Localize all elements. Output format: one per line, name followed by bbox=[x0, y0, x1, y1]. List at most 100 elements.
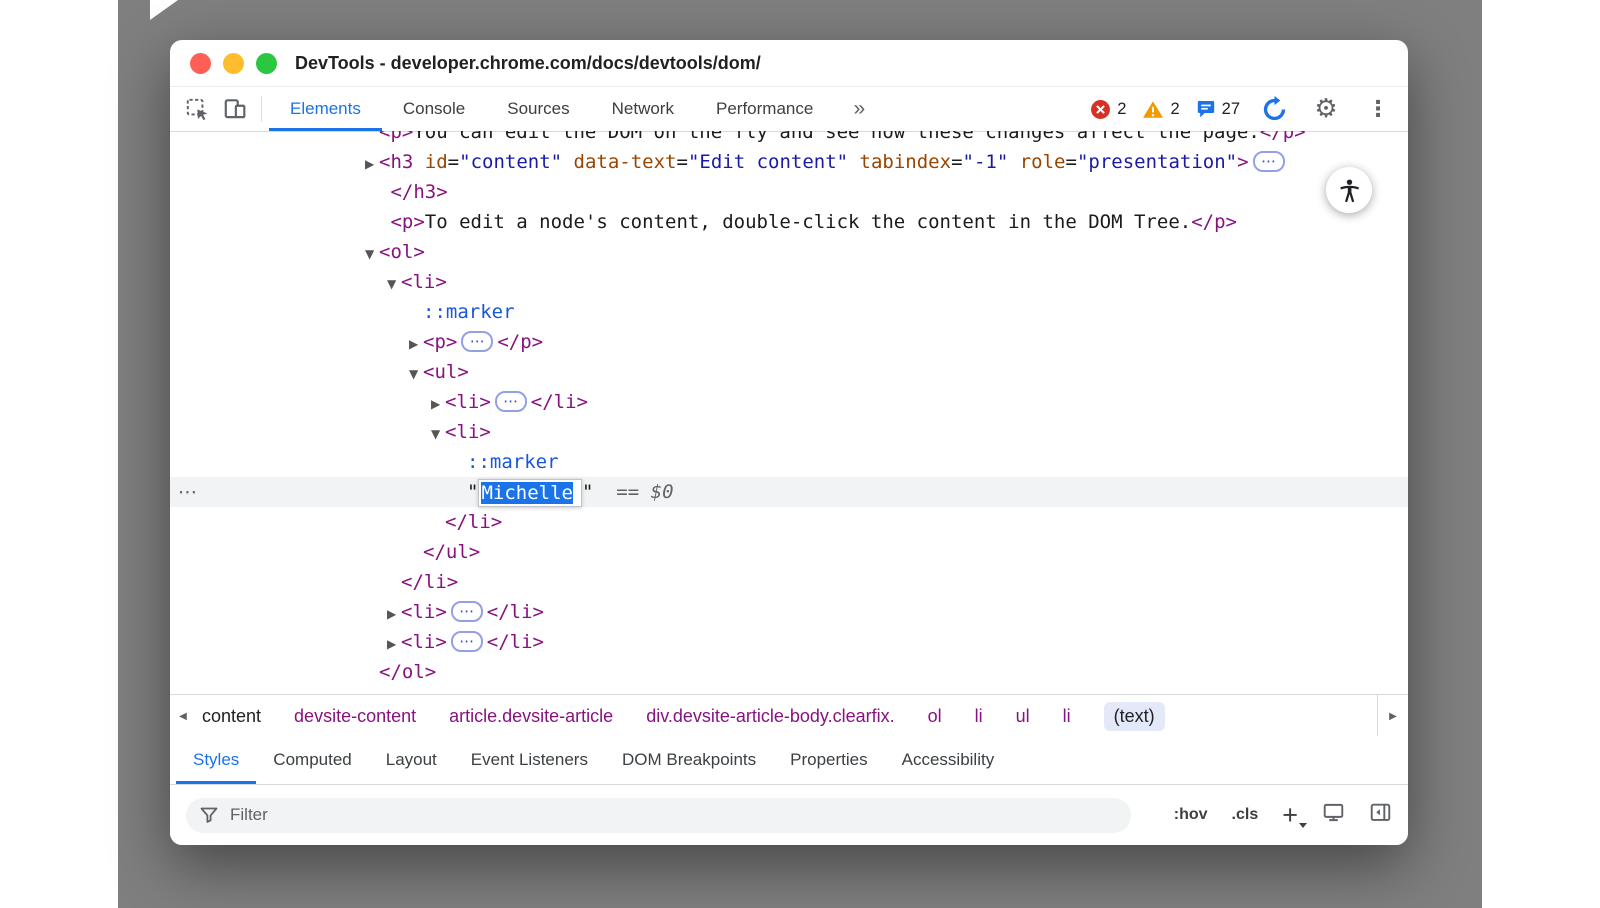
disclosure-arrow-icon[interactable]: ▼ bbox=[387, 269, 401, 299]
syntax-token bbox=[639, 481, 650, 503]
ellipsis-badge[interactable]: ⋯ bbox=[495, 391, 527, 412]
device-toolbar-button[interactable] bbox=[216, 87, 254, 131]
syntax-token: role bbox=[1020, 151, 1066, 173]
breadcrumb-item-ul[interactable]: ul bbox=[1016, 706, 1030, 727]
tab-console[interactable]: Console bbox=[382, 87, 486, 131]
settings-button[interactable]: ⚙ bbox=[1308, 94, 1344, 124]
breadcrumb-item-ol[interactable]: ol bbox=[928, 706, 942, 727]
ellipsis-badge[interactable]: ⋯ bbox=[451, 601, 483, 622]
syntax-token bbox=[413, 151, 424, 173]
dom-tree-row[interactable]: ▼<li> bbox=[170, 417, 1408, 447]
accessibility-person-icon bbox=[1336, 177, 1363, 204]
dom-tree-row[interactable]: ▶<li>⋯</li> bbox=[170, 387, 1408, 417]
rendering-button[interactable] bbox=[1322, 802, 1345, 828]
dom-tree-row[interactable]: ::marker bbox=[170, 297, 1408, 327]
dom-tree-row[interactable]: <p>To edit a node's content, double-clic… bbox=[170, 207, 1408, 237]
syntax-token: </p> bbox=[1260, 131, 1306, 143]
dom-tree-row[interactable]: ▶<p>⋯</p> bbox=[170, 327, 1408, 357]
close-button[interactable] bbox=[190, 53, 211, 74]
syntax-token: </li> bbox=[487, 601, 544, 623]
breadcrumb-scroll-left-button[interactable]: ◀ bbox=[170, 695, 196, 737]
syntax-token: == bbox=[616, 481, 639, 503]
toggle-sidebar-button[interactable] bbox=[1369, 802, 1392, 828]
dom-tree-row[interactable]: ▼<ul> bbox=[170, 357, 1408, 387]
sidebar-tab-layout[interactable]: Layout bbox=[369, 736, 454, 784]
disclosure-arrow-icon[interactable]: ▶ bbox=[365, 149, 379, 179]
filter-field[interactable] bbox=[186, 798, 1131, 833]
dom-tree-row[interactable]: ▼<li> bbox=[170, 267, 1408, 297]
syntax-token: = bbox=[448, 151, 459, 173]
dom-tree-row[interactable]: ▶<li>⋯</li> bbox=[170, 627, 1408, 657]
issues-badge[interactable]: 27 bbox=[1196, 99, 1240, 119]
sync-icon bbox=[1260, 95, 1289, 124]
inspect-element-button[interactable] bbox=[178, 87, 216, 131]
filter-input[interactable] bbox=[228, 804, 1117, 826]
dom-tree-row[interactable]: ▼<ol> bbox=[170, 237, 1408, 267]
dom-tree-row[interactable]: </li> bbox=[170, 567, 1408, 597]
syntax-token: = bbox=[951, 151, 962, 173]
toolbar-divider bbox=[261, 96, 262, 122]
toolbar-tabs: ElementsConsoleSourcesNetworkPerformance bbox=[269, 87, 834, 131]
disclosure-arrow-icon[interactable]: ▶ bbox=[387, 629, 401, 659]
sidebar-tab-event-listeners[interactable]: Event Listeners bbox=[454, 736, 605, 784]
breadcrumb-item-content[interactable]: content bbox=[202, 706, 261, 727]
zoom-button[interactable] bbox=[256, 53, 277, 74]
syntax-token: = bbox=[1066, 151, 1077, 173]
syntax-token bbox=[848, 151, 859, 173]
dom-tree-row[interactable]: ▶<li>⋯</li> bbox=[170, 597, 1408, 627]
sync-button[interactable] bbox=[1256, 95, 1292, 124]
sidebar-tab-dom-breakpoints[interactable]: DOM Breakpoints bbox=[605, 736, 773, 784]
tab-sources[interactable]: Sources bbox=[486, 87, 590, 131]
error-badge[interactable]: 2 bbox=[1090, 99, 1126, 120]
menu-button[interactable]: ⋮ bbox=[1360, 97, 1396, 122]
minimize-button[interactable] bbox=[223, 53, 244, 74]
dom-tree-row[interactable]: ▶<h3 id="content" data-text="Edit conten… bbox=[170, 147, 1408, 177]
plus-caret-icon bbox=[1299, 823, 1307, 828]
breadcrumb-item-devsite-content[interactable]: devsite-content bbox=[294, 706, 416, 727]
more-tabs-button[interactable]: » bbox=[834, 87, 882, 131]
toggle-classes-button[interactable]: .cls bbox=[1232, 806, 1259, 824]
dom-tree-row[interactable]: </h3> bbox=[170, 177, 1408, 207]
dom-tree-row[interactable]: ⋯"Michelle" == $0 bbox=[170, 477, 1408, 507]
breadcrumb-item-li[interactable]: li bbox=[975, 706, 983, 727]
new-style-rule-button[interactable]: + bbox=[1282, 802, 1298, 829]
dom-tree-row[interactable]: <p>You can edit the DOM on the fly and s… bbox=[170, 131, 1408, 147]
dom-tree-row[interactable]: </ol> bbox=[170, 657, 1408, 687]
sidebar-tab-styles[interactable]: Styles bbox=[176, 736, 256, 784]
sidebar-tab-computed[interactable]: Computed bbox=[256, 736, 368, 784]
breadcrumb-item-div-devsite-article-body-clearfix[interactable]: div.devsite-article-body.clearfix. bbox=[646, 706, 894, 727]
disclosure-arrow-icon[interactable]: ▶ bbox=[409, 329, 423, 359]
dom-tree-row[interactable]: </li> bbox=[170, 507, 1408, 537]
breadcrumb-scroll-right-button[interactable]: ▶ bbox=[1377, 695, 1408, 737]
selected-text: Michelle bbox=[481, 482, 573, 504]
ellipsis-badge[interactable]: ⋯ bbox=[451, 631, 483, 652]
dom-tree-row[interactable]: </ul> bbox=[170, 537, 1408, 567]
syntax-token: <li> bbox=[445, 391, 491, 413]
sidebar-tab-accessibility[interactable]: Accessibility bbox=[885, 736, 1012, 784]
tab-network[interactable]: Network bbox=[591, 87, 695, 131]
ellipsis-badge[interactable]: ⋯ bbox=[1253, 151, 1285, 172]
breadcrumb-item-article-devsite-article[interactable]: article.devsite-article bbox=[449, 706, 613, 727]
disclosure-arrow-icon[interactable]: ▶ bbox=[431, 389, 445, 419]
tab-performance[interactable]: Performance bbox=[695, 87, 834, 131]
accessibility-fab[interactable] bbox=[1326, 167, 1372, 213]
breadcrumb-item-li[interactable]: li bbox=[1063, 706, 1071, 727]
syntax-token: ::marker bbox=[423, 301, 515, 323]
row-options-icon[interactable]: ⋯ bbox=[178, 477, 198, 507]
disclosure-arrow-icon[interactable]: ▼ bbox=[431, 419, 445, 449]
warning-badge[interactable]: 2 bbox=[1142, 100, 1179, 119]
dom-tree-row[interactable]: ▶<h3 id="attributes" data-text="Edit att… bbox=[170, 687, 1408, 694]
tab-elements[interactable]: Elements bbox=[269, 87, 382, 131]
sidebar-tab-properties[interactable]: Properties bbox=[773, 736, 884, 784]
disclosure-arrow-icon[interactable]: ▶ bbox=[387, 599, 401, 629]
disclosure-arrow-icon[interactable]: ▼ bbox=[409, 359, 423, 389]
disclosure-arrow-icon[interactable]: ▼ bbox=[365, 239, 379, 269]
breadcrumb-item-text[interactable]: (text) bbox=[1104, 702, 1165, 731]
syntax-token: <ul> bbox=[423, 361, 469, 383]
ellipsis-badge[interactable]: ⋯ bbox=[461, 331, 493, 352]
chevron-left-icon: ◀ bbox=[179, 711, 187, 722]
toggle-pseudo-state-button[interactable]: :hov bbox=[1174, 806, 1208, 824]
dom-tree-row[interactable]: ::marker bbox=[170, 447, 1408, 477]
inline-editor[interactable]: Michelle bbox=[478, 479, 582, 507]
sidebar-tabs: StylesComputedLayoutEvent ListenersDOM B… bbox=[170, 736, 1408, 785]
